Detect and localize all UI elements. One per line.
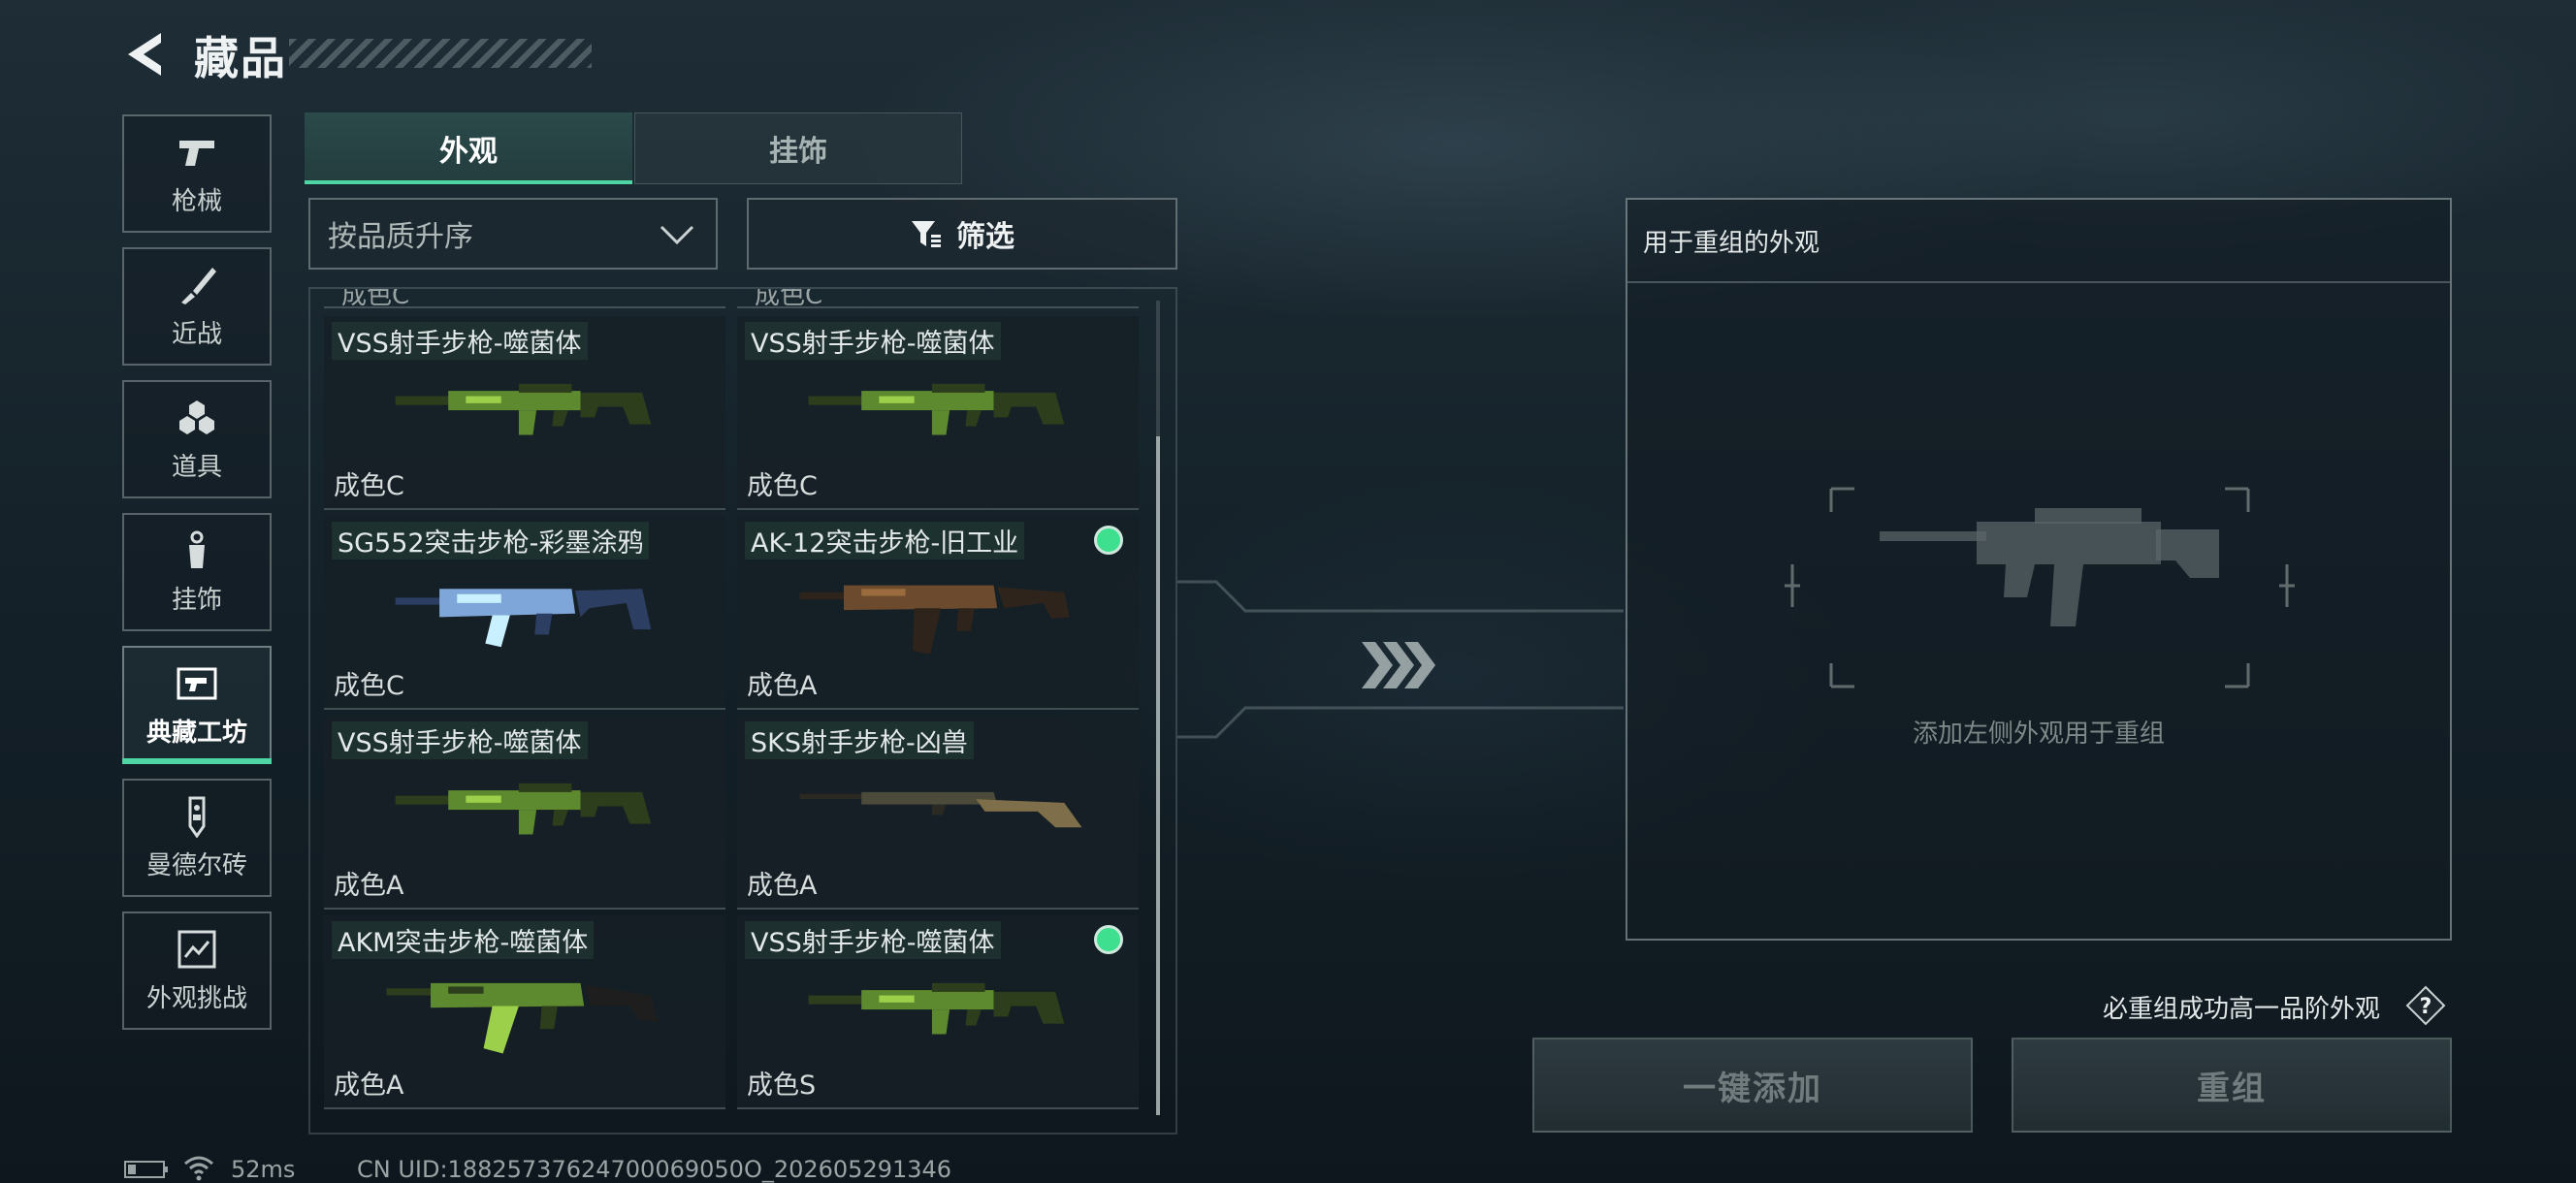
sidebar-item-pendants[interactable]: 挂饰 (122, 513, 272, 631)
skin-card-grade: 成色C (747, 471, 818, 501)
partial-card-grade: 成色C (755, 289, 823, 308)
recombine-panel: 用于重组的外观 添加左侧外观用于重组 (1626, 198, 2452, 941)
selected-indicator-icon[interactable] (1094, 526, 1123, 555)
sidebar-item-label: 近战 (171, 319, 222, 349)
pendant-icon (176, 529, 218, 572)
sort-dropdown[interactable]: 按品质升序 (308, 198, 718, 270)
skin-card-grade: 成色A (747, 671, 818, 701)
quick-add-label: 一键添加 (1683, 1069, 1822, 1108)
vss-rifle-icon (766, 363, 1115, 460)
skin-card-name: AKM突击步枪-噬菌体 (332, 921, 595, 959)
sidebar-item-items[interactable]: 道具 (122, 380, 272, 498)
skin-card-grade: 成色A (334, 871, 404, 901)
guarantee-text: 必重组成功高一品阶外观 (2103, 995, 2381, 1024)
skin-card[interactable]: AK-12突击步枪-旧工业成色A (737, 516, 1139, 710)
ak12-rifle-icon (766, 562, 1115, 659)
vss-rifle-icon (766, 962, 1115, 1059)
recombine-hint: 添加左侧外观用于重组 (1912, 719, 2165, 749)
partial-card: 成色C (737, 289, 1139, 308)
svg-text:?: ? (2420, 995, 2432, 1019)
skin-card[interactable]: SG552突击步枪-彩墨涂鸦成色C (324, 516, 725, 710)
grid-scrollbar-thumb[interactable] (1156, 436, 1160, 1115)
uid-readout: CN UID:18825737624700069050O_20260529134… (357, 1156, 952, 1183)
vss-rifle-icon (353, 762, 702, 859)
skin-card[interactable]: VSS射手步枪-噬菌体成色A (324, 716, 725, 910)
sidebar-item-appearance-challenge[interactable]: 外观挑战 (122, 911, 272, 1030)
partial-card: 成色C (324, 289, 725, 308)
akm-rifle-icon (353, 962, 702, 1059)
sidebar-item-collection-workshop[interactable]: 典藏工坊 (122, 646, 272, 764)
wifi-icon (184, 1156, 213, 1181)
skin-card-name: SG552突击步枪-彩墨涂鸦 (332, 522, 650, 560)
skin-card-name: VSS射手步枪-噬菌体 (332, 322, 588, 360)
rifle-placeholder-icon[interactable] (1763, 471, 2316, 704)
tab-appearance[interactable]: 外观 (305, 112, 632, 184)
skin-card[interactable]: VSS射手步枪-噬菌体成色C (324, 316, 725, 510)
skin-card[interactable]: VSS射手步枪-噬菌体成色S (737, 915, 1139, 1109)
filter-icon (912, 221, 941, 247)
skin-card-grade: 成色C (334, 471, 404, 501)
ping-readout: 52ms (231, 1156, 296, 1183)
chevron-down-icon (660, 225, 694, 245)
skin-card[interactable]: SKS射手步枪-凶兽成色A (737, 716, 1139, 910)
skin-card[interactable]: VSS射手步枪-噬菌体成色C (737, 316, 1139, 510)
recombine-button[interactable]: 重组 (2012, 1038, 2452, 1133)
sidebar-item-firearms[interactable]: 枪械 (122, 114, 272, 233)
page-title: 藏品 (194, 32, 287, 84)
skin-card-grade: 成色A (747, 871, 818, 901)
back-arrow-icon[interactable] (122, 29, 169, 80)
sidebar-item-label: 典藏工坊 (145, 718, 247, 748)
grenade-icon (176, 397, 218, 439)
tab-pendant[interactable]: 挂饰 (634, 112, 962, 184)
skin-grid: 成色C 成色C VSS射手步枪-噬菌体 成色C VSS射手步枪-噬菌体 成色C SG… (308, 287, 1177, 1135)
recombine-label: 重组 (2197, 1069, 2267, 1108)
skin-card-grade: 成色A (334, 1071, 404, 1101)
sidebar-item-mandel-brick[interactable]: 曼德尔砖 (122, 779, 272, 897)
skin-card-grade: 成色S (747, 1071, 817, 1101)
skin-card[interactable]: AKM突击步枪-噬菌体成色A (324, 915, 725, 1109)
battery-icon (124, 1161, 168, 1178)
skin-card-name: VSS射手步枪-噬菌体 (745, 322, 1001, 360)
filter-button[interactable]: 筛选 (747, 198, 1177, 270)
knife-icon (176, 264, 218, 306)
sidebar-item-label: 道具 (171, 452, 222, 482)
partial-card-grade: 成色C (341, 289, 410, 308)
sidebar-item-melee[interactable]: 近战 (122, 247, 272, 366)
pistol-icon (176, 131, 218, 174)
recombine-panel-title: 用于重组的外观 (1627, 200, 2450, 283)
sort-dropdown-label: 按品质升序 (328, 220, 473, 254)
skin-card-grade: 成色C (334, 671, 404, 701)
title-decoration (289, 39, 592, 68)
selected-indicator-icon[interactable] (1094, 925, 1123, 954)
connector-decoration (1177, 580, 1624, 739)
skin-card-name: VSS射手步枪-噬菌体 (745, 921, 1001, 959)
challenge-icon (176, 928, 218, 971)
workshop-icon (176, 662, 218, 705)
sks-rifle-icon (766, 762, 1115, 859)
sidebar-item-label: 外观挑战 (145, 983, 247, 1013)
sg552-rifle-icon (353, 562, 702, 659)
skin-card-name: VSS射手步枪-噬菌体 (332, 721, 588, 759)
sidebar-item-label: 曼德尔砖 (145, 850, 247, 880)
quick-add-button[interactable]: 一键添加 (1532, 1038, 1973, 1133)
help-icon[interactable]: ? (2405, 985, 2446, 1026)
skin-card-name: SKS射手步枪-凶兽 (745, 721, 974, 759)
triple-chevron-icon (1362, 642, 1435, 688)
brick-icon (176, 795, 218, 838)
filter-label: 筛选 (956, 220, 1014, 254)
sidebar-item-label: 枪械 (171, 186, 222, 216)
vss-rifle-icon (353, 363, 702, 460)
sidebar-item-label: 挂饰 (171, 585, 222, 615)
skin-card-name: AK-12突击步枪-旧工业 (745, 522, 1025, 560)
